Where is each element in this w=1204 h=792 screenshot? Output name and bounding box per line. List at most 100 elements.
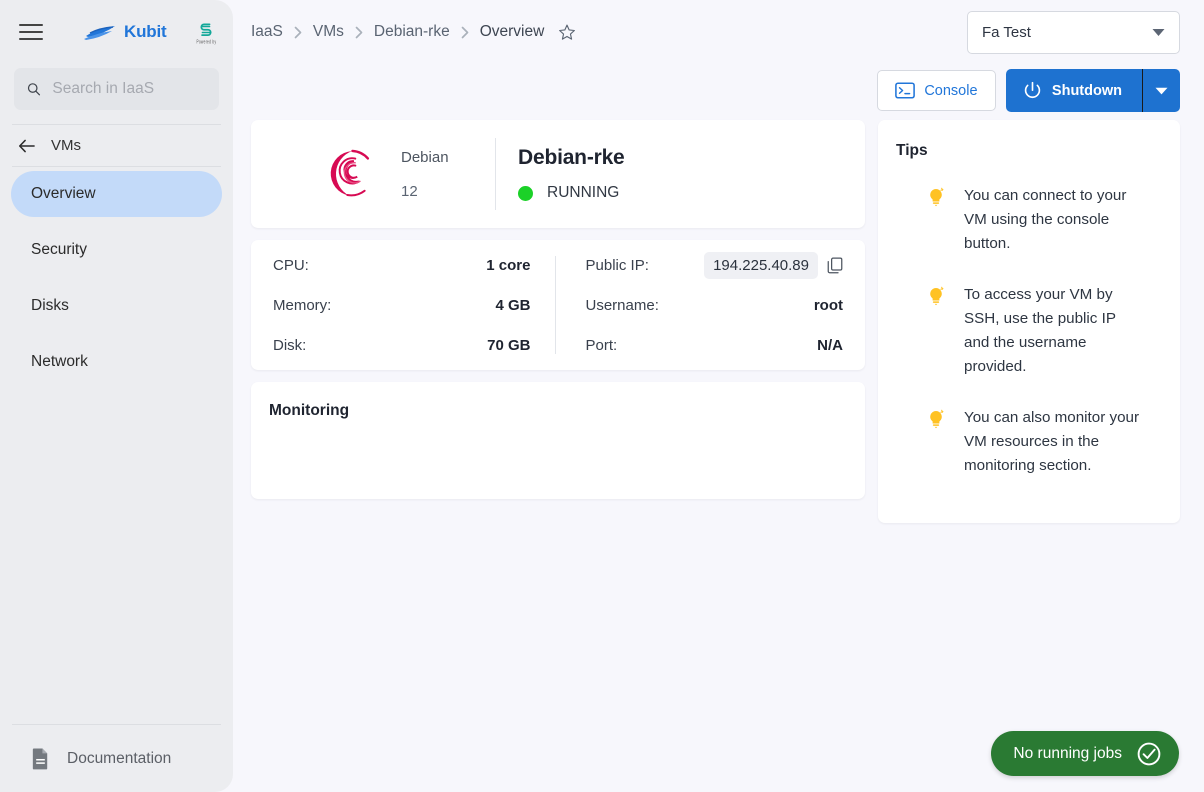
vm-identity: Debian-rke RUNNING: [518, 146, 625, 202]
sidebar-nav: Overview Security Disks Network: [0, 167, 233, 391]
distro-version: 12: [401, 182, 418, 200]
search-bar[interactable]: [14, 68, 219, 110]
spec-key: Username:: [585, 296, 659, 314]
sidebar: Kubit Powered by Search in IaaS VMs Over…: [0, 0, 233, 792]
chevron-down-icon: [1155, 87, 1168, 94]
vm-name: Debian-rke: [518, 146, 625, 169]
shutdown-button-label: Shutdown: [1051, 82, 1122, 99]
back-to-vms-button[interactable]: VMs: [0, 125, 233, 166]
status-badge: RUNNING: [518, 184, 625, 202]
search-icon: [27, 83, 41, 96]
shutdown-dropdown-button[interactable]: [1142, 69, 1180, 112]
tip-text: To access your VM by SSH, use the public…: [964, 286, 1116, 375]
brand-name: Kubit: [124, 22, 167, 41]
sidebar-item-disks[interactable]: Disks: [11, 283, 222, 329]
spec-row-memory: Memory: 4 GB: [273, 294, 531, 316]
spec-row-port: Port: N/A: [586, 334, 844, 356]
shutdown-button[interactable]: Shutdown: [1005, 69, 1142, 112]
chevron-down-icon: [1152, 28, 1165, 36]
public-ip-value: 194.225.40.89: [704, 251, 818, 279]
brand-logo[interactable]: Kubit: [84, 22, 167, 42]
lightbulb-icon: [926, 283, 948, 379]
sidebar-item-label: Disks: [31, 297, 69, 314]
breadcrumb: IaaS VMs Debian-rke Overview: [251, 23, 576, 41]
chevron-right-icon: [294, 26, 302, 39]
check-circle-icon: [1137, 742, 1161, 765]
favorite-star-icon[interactable]: [558, 23, 576, 41]
sidebar-item-label: Security: [31, 241, 87, 258]
overview-content: Debian 12 Debian-rke RUNNING CPU: 1 core…: [233, 112, 1204, 523]
spec-value: 70 GB: [487, 336, 531, 354]
spec-key: Disk:: [273, 336, 307, 354]
spec-row-disk: Disk: 70 GB: [273, 334, 531, 356]
sidebar-item-label: Overview: [31, 185, 96, 202]
spec-value: N/A: [817, 336, 843, 354]
tip-item: You can connect to your VM using the con…: [894, 184, 1162, 256]
sidebar-item-network[interactable]: Network: [11, 339, 222, 385]
spec-value: 1 core: [486, 256, 531, 274]
spec-key: Memory:: [273, 296, 332, 314]
sidebar-item-overview[interactable]: Overview: [11, 171, 222, 217]
back-label: VMs: [51, 137, 81, 154]
lightbulb-icon: [926, 406, 948, 478]
power-icon: [1024, 81, 1041, 98]
tip-item: To access your VM by SSH, use the public…: [894, 283, 1162, 379]
public-ip-chip: 194.225.40.89: [704, 251, 843, 279]
sidebar-item-security[interactable]: Security: [11, 227, 222, 273]
breadcrumb-item-iaas[interactable]: IaaS: [251, 23, 283, 41]
copy-icon[interactable]: [827, 257, 843, 274]
chevron-right-icon: [461, 26, 469, 39]
vm-action-bar: Console Shutdown: [233, 64, 1204, 112]
documentation-link[interactable]: Documentation: [0, 741, 233, 776]
documentation-label: Documentation: [67, 749, 172, 767]
specs-column-right: Public IP: 194.225.40.89 Username: root …: [556, 251, 848, 356]
document-icon: [32, 748, 48, 770]
partner-caption: Powered by: [196, 38, 217, 46]
distro-info: Debian 12: [401, 149, 489, 200]
hamburger-menu-icon[interactable]: [16, 17, 46, 47]
console-button-label: Console: [924, 82, 978, 99]
specs-column-left: CPU: 1 core Memory: 4 GB Disk: 70 GB: [269, 254, 555, 356]
partner-logo[interactable]: Powered by: [196, 20, 217, 46]
tip-item: You can also monitor your VM resources i…: [894, 406, 1162, 478]
spec-key: Public IP:: [585, 256, 649, 274]
shutdown-split-button: Shutdown: [1005, 69, 1180, 112]
spec-row-public-ip: Public IP: 194.225.40.89: [585, 251, 844, 279]
running-jobs-label: No running jobs: [1013, 744, 1122, 762]
lightbulb-icon: [926, 184, 948, 256]
status-label: RUNNING: [547, 184, 620, 201]
running-jobs-status[interactable]: No running jobs: [991, 731, 1179, 776]
breadcrumb-item-vm-name[interactable]: Debian-rke: [374, 23, 450, 41]
arrow-left-icon: [18, 139, 35, 152]
search-input[interactable]: [52, 80, 207, 98]
breadcrumb-item-vms[interactable]: VMs: [313, 23, 344, 41]
breadcrumb-item-overview: Overview: [479, 23, 545, 40]
status-dot-icon: [518, 185, 533, 201]
chevron-right-icon: [355, 26, 363, 39]
overview-left-column: Debian 12 Debian-rke RUNNING CPU: 1 core…: [251, 120, 865, 499]
terminal-icon: [895, 82, 916, 99]
tips-card: Tips You can connect to your VM using th…: [878, 120, 1180, 523]
project-selector[interactable]: Fa Test: [967, 10, 1180, 54]
spec-row-cpu: CPU: 1 core: [273, 254, 531, 276]
tip-text: You can also monitor your VM resources i…: [964, 409, 1140, 474]
tip-text: You can connect to your VM using the con…: [964, 187, 1127, 252]
debian-logo-icon: [321, 145, 383, 203]
overview-right-column: Tips You can connect to your VM using th…: [878, 120, 1180, 523]
partner-s-icon: [200, 23, 212, 36]
app-root: Kubit Powered by Search in IaaS VMs Over…: [0, 0, 1204, 792]
spec-value: root: [813, 296, 843, 314]
monitoring-card: Monitoring: [251, 382, 865, 499]
distro-name: Debian: [401, 148, 449, 166]
tips-title: Tips: [896, 142, 928, 159]
kubit-wave-icon: [84, 26, 115, 40]
vertical-divider: [495, 138, 496, 210]
vm-specs-card: CPU: 1 core Memory: 4 GB Disk: 70 GB Pub…: [251, 240, 865, 370]
project-selector-value: Fa Test: [982, 23, 1031, 41]
spec-value: 4 GB: [495, 296, 531, 314]
sidebar-divider-footer: [12, 724, 221, 725]
sidebar-header: Kubit Powered by: [0, 0, 233, 64]
monitoring-title: Monitoring: [269, 402, 350, 419]
console-button[interactable]: Console: [876, 70, 996, 111]
main-content: IaaS VMs Debian-rke Overview Fa Test Con…: [233, 0, 1204, 792]
